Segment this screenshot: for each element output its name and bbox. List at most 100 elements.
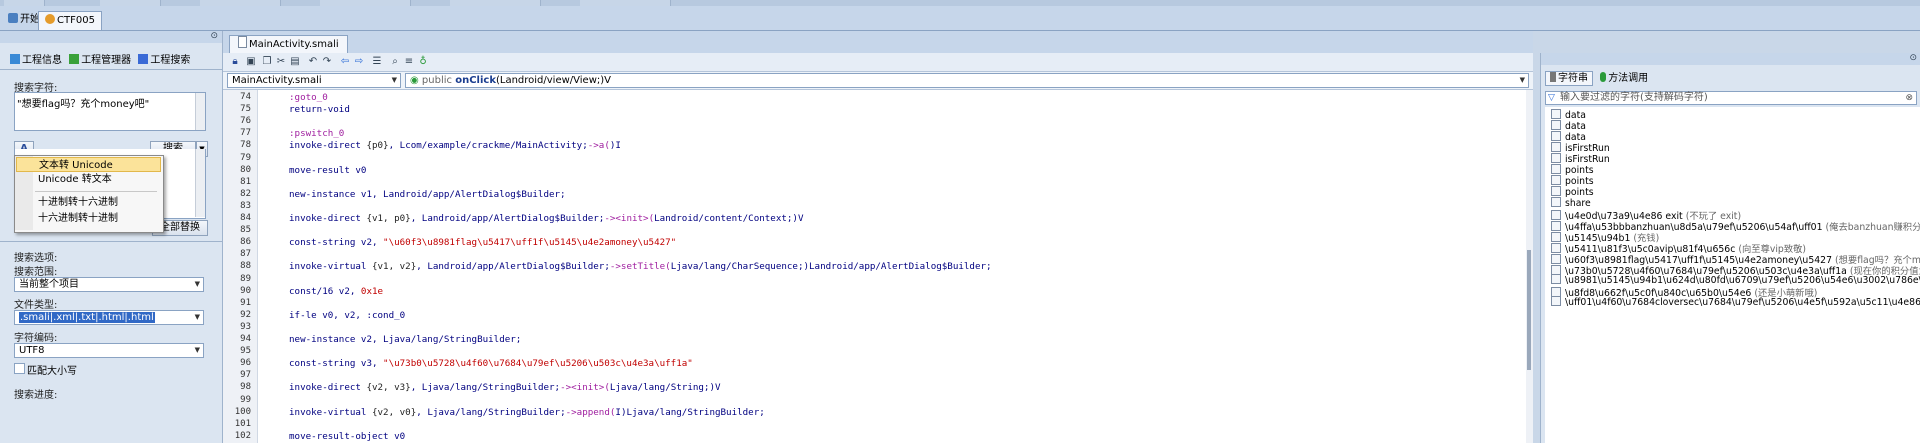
options-label: 搜索选项:	[14, 253, 58, 264]
menu-item-dec-to-hex[interactable]: 十进制转十六进制	[16, 195, 161, 210]
tab-project-info[interactable]: 工程信息	[10, 51, 62, 66]
line-number: 74	[240, 92, 251, 102]
string-icon	[1551, 131, 1561, 141]
document-tab-bar: 开始 CTF005	[0, 6, 1920, 31]
match-case-checkbox[interactable]	[14, 363, 25, 374]
right-tab-strip: 字符串 方法调用	[1545, 69, 1652, 86]
line-number: 83	[240, 200, 251, 211]
line-number: 95	[240, 346, 251, 357]
filetype-value: .smali|.xml|.txt|.html|.html	[19, 312, 155, 323]
chevron-down-icon: ▼	[1519, 76, 1525, 84]
string-list-item[interactable]: \uff01\u4f60\u7684cloversec\u7684\u79ef\…	[1551, 296, 1920, 308]
range-value: 当前整个项目	[19, 279, 79, 290]
progress-label: 搜索进度:	[14, 390, 58, 401]
tab-project-search[interactable]: 工程搜索	[138, 51, 190, 66]
scrollbar-thumb[interactable]	[1527, 250, 1531, 370]
code-line: invoke-direct {v1, p0}, Landroid/app/Ale…	[289, 213, 804, 224]
find-icon[interactable]: ⌕	[389, 56, 401, 68]
copy-icon[interactable]: ❐	[261, 56, 273, 68]
filter-icon: ▽	[1548, 93, 1555, 103]
method-prefix: public	[421, 75, 453, 86]
line-number: 82	[240, 188, 251, 199]
tab-project-manager-label: 工程管理器	[81, 55, 132, 66]
string-list: data data data isFirstRun isFirstRun points po…	[1545, 107, 1920, 443]
search-tab-icon	[138, 54, 149, 64]
lock-icon[interactable]: 🔒︎	[229, 56, 241, 68]
menu-item-hex-to-dec[interactable]: 十六进制转十进制	[16, 211, 161, 226]
file-icon	[238, 36, 247, 48]
line-number: 102	[234, 430, 251, 441]
code-editor[interactable]: 74 75 76 77 78 79 80 81 82 83 84 85 86 87 88 89 90 91 92 93…	[223, 90, 1533, 443]
search-scrollbar[interactable]	[195, 93, 205, 130]
string-icon	[1551, 153, 1561, 163]
redo-icon[interactable]: ↷	[321, 56, 333, 68]
line-number: 87	[240, 249, 251, 260]
editor-tab-mainactivity[interactable]: MainActivity.smali	[229, 35, 348, 53]
code-line: const/16 v2, 0x1e	[289, 285, 384, 297]
tab-strings[interactable]: 字符串	[1545, 71, 1593, 86]
line-number: 96	[240, 358, 251, 369]
line-number: 101	[234, 418, 251, 429]
string-icon	[1551, 142, 1561, 152]
search-text-area[interactable]: "想要flag吗？充个money吧"	[14, 92, 206, 131]
string-filter-input[interactable]: ▽ 输入要过滤的字符(支持解码字符) ⊗	[1545, 91, 1917, 105]
range-select[interactable]: 当前整个项目 ▼	[14, 277, 204, 292]
right-panel-header: ⊙	[1541, 53, 1920, 65]
divider	[0, 69, 222, 70]
cut-icon[interactable]: ✂	[275, 56, 287, 68]
pin-icon[interactable]: ⊙	[210, 31, 218, 41]
left-panel-header: ⊙	[0, 31, 222, 43]
undo-icon[interactable]: ↶	[307, 56, 319, 68]
method-name: onClick	[455, 75, 496, 86]
left-search-panel: ⊙ 工程信息 工程管理器 工程搜索 搜索字符: "想要flag吗？充个money…	[0, 31, 223, 443]
info-icon	[10, 54, 20, 64]
tab-start-label: 开始	[20, 14, 40, 25]
back-icon[interactable]: ⇦	[339, 56, 351, 68]
code-line: if-le v0, v2, :cond_0	[289, 309, 406, 321]
tab-strings-label: 字符串	[1558, 73, 1588, 84]
encoding-select[interactable]: UTF8 ▼	[14, 343, 204, 358]
method-call-icon	[1600, 72, 1607, 82]
run-icon[interactable]: ♁	[417, 56, 429, 68]
code-line: new-instance v1, Landroid/app/AlertDialo…	[289, 188, 566, 200]
chevron-down-icon: ▼	[194, 280, 200, 288]
range-label: 搜索范围:	[14, 267, 58, 278]
editor-selector-bar: MainActivity.smali ▼ ◉ public onClick(Lan…	[223, 72, 1533, 90]
line-number: 75	[240, 104, 251, 115]
save-icon[interactable]: ▣	[245, 56, 257, 68]
tab-project-manager[interactable]: 工程管理器	[69, 51, 131, 66]
code-line: new-instance v2, Ljava/lang/StringBuilde…	[289, 334, 522, 345]
code-line: move-result-object v0	[289, 430, 406, 442]
method-icon: ◉	[410, 75, 419, 86]
tab-project[interactable]: CTF005	[38, 11, 102, 30]
clear-icon[interactable]: ⊗	[1905, 92, 1913, 104]
string-icon	[1551, 175, 1561, 185]
file-selector-value: MainActivity.smali	[232, 75, 322, 86]
encoding-value: UTF8	[19, 345, 45, 356]
menu-item-text-to-unicode[interactable]: 文本转 Unicode	[16, 157, 161, 172]
indent-icon[interactable]: ☰	[371, 56, 383, 68]
filter-placeholder: 输入要过滤的字符(支持解码字符)	[1560, 92, 1708, 103]
line-number: 99	[240, 394, 251, 405]
string-icon	[1551, 296, 1561, 306]
search-text-value: "想要flag吗？充个money吧"	[17, 99, 150, 110]
tab-method-calls[interactable]: 方法调用	[1596, 72, 1652, 85]
line-number: 85	[240, 225, 251, 236]
manager-icon	[69, 54, 80, 64]
line-number: 88	[240, 261, 251, 272]
line-number: 98	[240, 382, 251, 393]
replace-scrollbar[interactable]	[195, 149, 205, 217]
paste-icon[interactable]: ▤	[289, 56, 301, 68]
code-line: invoke-virtual {v1, v2}, Landroid/app/Al…	[289, 261, 992, 273]
method-selector[interactable]: ◉ public onClick(Landroid/view/View;)V ▼	[405, 73, 1529, 88]
method-signature: (Landroid/view/View;)V	[495, 75, 611, 86]
editor-scrollbar[interactable]	[1526, 90, 1533, 443]
menu-item-unicode-to-text[interactable]: Unicode 转文本	[16, 172, 161, 187]
code-line: const-string v2, "\u60f3\u8981flag\u5417…	[289, 237, 677, 249]
pin-icon[interactable]: ⊙	[1909, 53, 1917, 63]
file-selector[interactable]: MainActivity.smali ▼	[227, 73, 401, 88]
forward-icon[interactable]: ⇨	[353, 56, 365, 68]
format-icon[interactable]: ≡	[403, 56, 415, 68]
code-line: const-string v3, "\u73b0\u5728\u4f60\u76…	[289, 358, 693, 370]
filetype-select[interactable]: .smali|.xml|.txt|.html|.html ▼	[14, 310, 204, 325]
